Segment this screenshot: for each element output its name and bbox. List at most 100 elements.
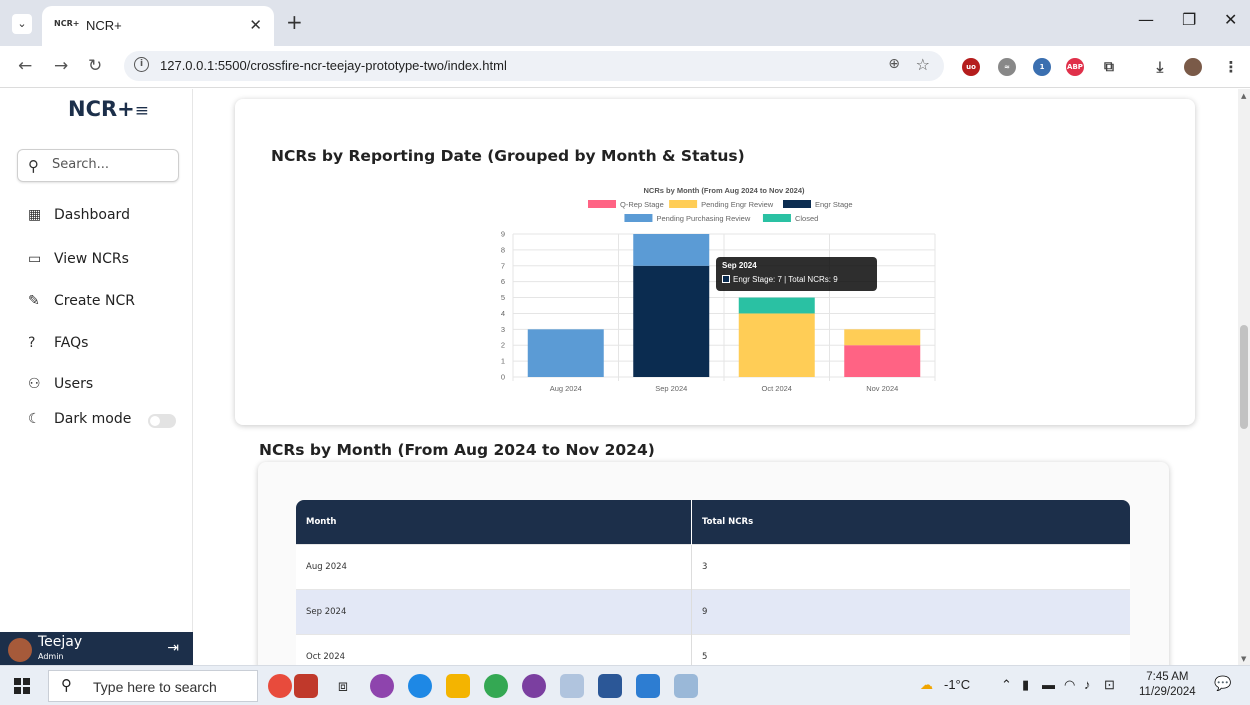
bookmark-star-icon[interactable]: ☆ — [916, 55, 930, 74]
extension-badge-icon[interactable]: 1 — [1033, 58, 1051, 76]
stacked-bar-chart[interactable]: NCRs by Month (From Aug 2024 to Nov 2024… — [235, 99, 1195, 425]
taskbar-search[interactable]: ⚲ Type here to search — [48, 670, 258, 702]
sidebar-item-dashboard[interactable]: ▦ Dashboard — [28, 207, 130, 229]
weather-temp[interactable]: -1°C — [944, 677, 970, 692]
settings-app-icon[interactable] — [560, 674, 584, 698]
word-icon[interactable] — [598, 674, 622, 698]
tab-close-icon[interactable]: ✕ — [249, 16, 262, 34]
wifi-icon[interactable]: ◠ — [1064, 677, 1075, 693]
new-tab-button[interactable]: + — [286, 10, 303, 34]
sidebar-item-label: View NCRs — [54, 251, 129, 267]
tab-favicon: NCR+ — [54, 19, 80, 28]
x-tick-label: Aug 2024 — [550, 384, 582, 393]
dashboard-grid-icon: ▦ — [28, 207, 42, 223]
chart-title: NCRs by Month (From Aug 2024 to Nov 2024… — [644, 186, 805, 195]
restore-icon[interactable]: ❐ — [1182, 10, 1196, 29]
profile-avatar[interactable] — [1184, 58, 1202, 76]
weather-icon[interactable]: ☁ — [920, 677, 933, 693]
search-icon: ⚲ — [61, 676, 72, 694]
bar-segment — [633, 234, 710, 266]
system-clock[interactable]: 7:45 AM 11/29/2024 — [1139, 670, 1196, 700]
taskbar-search-placeholder: Type here to search — [93, 679, 217, 695]
zoom-icon[interactable]: ⊕ — [888, 56, 900, 72]
scroll-down-icon[interactable]: ▼ — [1241, 655, 1246, 663]
table-card: Month Total NCRs Aug 2024 3 Sep 2024 9 O… — [258, 462, 1169, 665]
app-logo[interactable]: NCR+≡ — [68, 97, 149, 121]
alarm-clock-icon[interactable] — [268, 674, 292, 698]
forward-icon[interactable]: → — [54, 56, 68, 76]
sidebar-item-dark-mode[interactable]: ☾ Dark mode — [28, 411, 131, 433]
notification-center-icon[interactable]: 💬 — [1214, 676, 1234, 696]
reload-icon[interactable]: ↻ — [88, 56, 102, 76]
site-info-icon[interactable]: i — [134, 57, 149, 72]
y-tick-label: 8 — [501, 245, 505, 254]
minimize-icon[interactable]: — — [1138, 10, 1154, 29]
y-tick-label: 0 — [501, 373, 505, 382]
bar-segment — [527, 329, 604, 377]
tray-app-icon[interactable]: ▮ — [1022, 677, 1029, 693]
search-icon: ⚲ — [28, 157, 39, 175]
legend-swatch — [783, 200, 811, 208]
github-desktop-icon[interactable] — [522, 674, 546, 698]
tab-search-button[interactable]: ⌄ — [12, 14, 32, 34]
y-tick-label: 3 — [501, 325, 505, 334]
scroll-up-icon[interactable]: ▲ — [1241, 92, 1246, 100]
x-tick-label: Oct 2024 — [762, 384, 792, 393]
url-text[interactable]: 127.0.0.1:5500/crossfire-ncr-teejay-prot… — [160, 58, 507, 73]
file-explorer-icon[interactable] — [446, 674, 470, 698]
tooltip-title: Sep 2024 — [722, 261, 757, 270]
extensions-puzzle-icon[interactable]: ⧉ — [1100, 58, 1118, 76]
app-icon[interactable] — [674, 674, 698, 698]
sidebar: NCR+≡ ⚲ ▦ Dashboard ▭ View NCRs ✎ Create NC… — [0, 89, 193, 665]
ublock-extension-icon[interactable]: uo — [962, 58, 980, 76]
legend-swatch — [669, 200, 698, 208]
address-bar[interactable]: i 127.0.0.1:5500/crossfire-ncr-teejay-pr… — [124, 51, 944, 81]
bar-segment — [844, 329, 921, 346]
scrollbar-thumb[interactable] — [1240, 325, 1248, 429]
menu-toggle-icon[interactable]: ≡ — [135, 101, 149, 121]
browser-menu-icon[interactable]: ⋮ — [1222, 58, 1240, 76]
y-tick-label: 1 — [501, 357, 505, 366]
chrome-icon[interactable] — [484, 674, 508, 698]
header-month[interactable]: Month — [296, 500, 692, 545]
search-input[interactable] — [52, 157, 172, 172]
vscode-icon[interactable] — [636, 674, 660, 698]
sidebar-item-view-ncrs[interactable]: ▭ View NCRs — [28, 251, 129, 273]
edit-icon: ✎ — [28, 293, 40, 309]
y-tick-label: 7 — [501, 261, 505, 270]
sidebar-search[interactable]: ⚲ — [17, 149, 179, 182]
download-icon[interactable]: ⤓ — [1151, 58, 1169, 76]
tray-chevron-icon[interactable]: ⌃ — [1001, 677, 1012, 693]
extension-icon[interactable]: ≈ — [998, 58, 1016, 76]
sidebar-item-label: Dashboard — [54, 207, 130, 223]
windows-start-icon[interactable] — [14, 678, 30, 694]
battery-icon[interactable]: ▬ — [1042, 677, 1055, 692]
question-icon: ? — [28, 335, 36, 351]
moon-icon: ☾ — [28, 411, 41, 427]
sidebar-item-users[interactable]: ⚇ Users — [28, 376, 93, 398]
sidebar-item-label: Users — [54, 376, 94, 392]
y-tick-label: 2 — [501, 341, 505, 350]
sidebar-item-create-ncr[interactable]: ✎ Create NCR — [28, 293, 135, 315]
edge-icon[interactable] — [408, 674, 432, 698]
back-icon[interactable]: ← — [18, 56, 32, 76]
sidebar-item-faqs[interactable]: ? FAQs — [28, 335, 88, 357]
main-content: NCRs by Reporting Date (Grouped by Month… — [194, 89, 1238, 665]
volume-icon[interactable]: ♪ — [1084, 677, 1091, 692]
copilot-icon[interactable] — [370, 674, 394, 698]
browser-tab[interactable]: NCR+ NCR+ ✕ — [42, 6, 274, 46]
table-section-title: NCRs by Month (From Aug 2024 to Nov 2024… — [259, 441, 655, 459]
close-window-icon[interactable]: ✕ — [1224, 10, 1237, 29]
gift-icon[interactable] — [294, 674, 318, 698]
cell-total: 9 — [702, 607, 708, 617]
dark-mode-toggle[interactable] — [148, 414, 176, 428]
cell-month: Aug 2024 — [296, 545, 692, 590]
user-profile[interactable]: Teejay Admin ⇥ — [0, 632, 193, 665]
ime-icon[interactable]: ⊡ — [1104, 677, 1115, 693]
task-view-icon[interactable]: ⧈ — [331, 674, 355, 698]
table-row: Oct 2024 5 — [296, 635, 1130, 665]
logout-icon[interactable]: ⇥ — [167, 640, 179, 656]
header-total[interactable]: Total NCRs — [692, 500, 1130, 545]
adblock-plus-icon[interactable]: ABP — [1066, 58, 1084, 76]
page-scrollbar[interactable]: ▲ ▼ — [1238, 89, 1250, 665]
